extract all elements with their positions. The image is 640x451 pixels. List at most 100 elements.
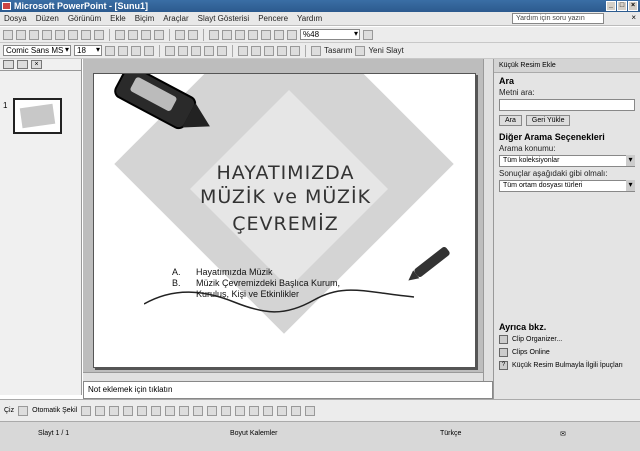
slide-title-line-1[interactable]: HAYATIMIZDA [94, 162, 475, 184]
design-icon[interactable] [311, 45, 321, 56]
minimize-button[interactable]: _ [606, 1, 616, 11]
expand-all-icon[interactable] [261, 29, 271, 40]
zoom-combo[interactable]: %48 [300, 29, 360, 40]
align-right-icon[interactable] [191, 45, 201, 56]
search-in-select[interactable]: Tüm koleksiyonlar [499, 155, 635, 167]
increase-font-icon[interactable] [238, 45, 248, 56]
print-icon[interactable] [68, 29, 78, 40]
insert-diagram-icon[interactable] [248, 29, 258, 40]
draw-menu[interactable]: Çiz [4, 407, 14, 414]
menu-slayt-gosterisi[interactable]: Slayt Gösterisi [198, 14, 250, 23]
print-preview-icon[interactable] [81, 29, 91, 40]
spelling-icon[interactable] [94, 29, 104, 40]
menu-araclar[interactable]: Araçlar [163, 14, 188, 23]
align-center-icon[interactable] [178, 45, 188, 56]
select-pointer-icon[interactable] [18, 405, 29, 416]
menu-duzen[interactable]: Düzen [36, 14, 59, 23]
document-close-icon[interactable]: × [631, 13, 636, 22]
slide-title-line-2[interactable]: MÜZİK ve MÜZİK [94, 186, 475, 208]
search-input[interactable] [499, 99, 635, 111]
bullets-icon[interactable] [217, 45, 227, 56]
line-style-icon[interactable] [249, 405, 260, 416]
copy-icon[interactable] [128, 29, 138, 40]
font-color-icon[interactable] [290, 45, 300, 56]
results-select[interactable]: Tüm ortam dosyası türleri [499, 180, 635, 192]
search-button[interactable]: Ara [499, 115, 522, 126]
clipart-icon[interactable] [179, 405, 190, 416]
new-slide-icon[interactable] [355, 45, 366, 56]
slide-canvas[interactable]: HAYATIMIZDA MÜZİK ve MÜZİK ÇEVREMİZ A. H… [93, 73, 476, 368]
font-size-combo[interactable]: 18 [74, 45, 102, 56]
shadow-style-icon[interactable] [291, 405, 302, 416]
slide-thumbnail[interactable] [13, 98, 62, 134]
insert-table-icon[interactable] [222, 29, 232, 40]
line-color-icon[interactable] [221, 405, 232, 416]
email-icon[interactable] [55, 29, 65, 40]
redo-icon[interactable] [188, 29, 198, 40]
permission-icon[interactable] [42, 29, 52, 40]
insert-chart-icon[interactable] [209, 29, 219, 40]
underline-icon[interactable] [131, 45, 141, 56]
design-button[interactable]: Tasarım [324, 46, 352, 55]
slide-title-line-3[interactable]: ÇEVREMİZ [94, 213, 475, 235]
textbox-icon[interactable] [137, 405, 148, 416]
undo-icon[interactable] [175, 29, 185, 40]
numbering-icon[interactable] [204, 45, 214, 56]
font-color-icon[interactable] [235, 405, 246, 416]
cut-icon[interactable] [115, 29, 125, 40]
tips-link[interactable]: ? Küçük Resim Bulmayla İlgili İpuçları [494, 359, 640, 372]
format-painter-icon[interactable] [154, 29, 164, 40]
task-pane-title[interactable]: Küçük Resim Ekle [499, 62, 556, 69]
decrease-indent-icon[interactable] [264, 45, 274, 56]
tab-outline-icon[interactable] [17, 60, 28, 69]
menu-ekle[interactable]: Ekle [110, 14, 126, 23]
diagram-icon[interactable] [165, 405, 176, 416]
decrease-font-icon[interactable] [251, 45, 261, 56]
spelling-status-icon[interactable]: ✉ [560, 430, 566, 438]
other-options-title: Diğer Arama Seçenekleri [499, 132, 605, 142]
open-icon[interactable] [16, 29, 26, 40]
save-icon[interactable] [29, 29, 39, 40]
new-slide-button[interactable]: Yeni Slayt [368, 46, 403, 55]
increase-indent-icon[interactable] [277, 45, 287, 56]
menu-gorunum[interactable]: Görünüm [68, 14, 101, 23]
autoshapes-menu[interactable]: Otomatik Şekil [32, 407, 77, 414]
horizontal-scrollbar[interactable] [83, 372, 483, 381]
maximize-button[interactable]: □ [617, 1, 627, 11]
fill-color-icon[interactable] [207, 405, 218, 416]
show-formatting-icon[interactable] [274, 29, 284, 40]
shadow-icon[interactable] [144, 45, 154, 56]
wordart-icon[interactable] [151, 405, 162, 416]
oval-icon[interactable] [123, 405, 134, 416]
rectangle-icon[interactable] [109, 405, 120, 416]
arrow-style-icon[interactable] [277, 405, 288, 416]
tables-borders-icon[interactable] [235, 29, 245, 40]
notes-pane[interactable]: Not eklemek için tıklatın [83, 381, 493, 399]
picture-icon[interactable] [193, 405, 204, 416]
line-icon[interactable] [81, 405, 92, 416]
arrow-icon[interactable] [95, 405, 106, 416]
3d-style-icon[interactable] [305, 405, 316, 416]
paste-icon[interactable] [141, 29, 151, 40]
small-crayon-clipart[interactable] [413, 245, 451, 279]
bold-icon[interactable] [105, 45, 115, 56]
help-search-input[interactable]: Yardım için soru yazın [512, 13, 604, 24]
close-button[interactable]: × [628, 1, 638, 11]
new-icon[interactable] [3, 29, 13, 40]
menu-yardim[interactable]: Yardım [297, 14, 322, 23]
menu-pencere[interactable]: Pencere [258, 14, 288, 23]
grayscale-icon[interactable] [287, 29, 297, 40]
italic-icon[interactable] [118, 45, 128, 56]
menu-dosya[interactable]: Dosya [4, 14, 27, 23]
clip-organizer-link[interactable]: Clip Organizer... [494, 333, 640, 346]
pane-close-icon[interactable]: × [31, 60, 42, 69]
menu-bicim[interactable]: Biçim [135, 14, 155, 23]
clips-online-link[interactable]: Clips Online [494, 346, 640, 359]
font-combo[interactable]: Comic Sans MS [3, 45, 71, 56]
restore-button[interactable]: Geri Yükle [525, 115, 571, 126]
dash-style-icon[interactable] [263, 405, 274, 416]
tab-slides-icon[interactable] [3, 60, 14, 69]
help-icon[interactable] [363, 29, 373, 40]
vertical-scrollbar[interactable] [483, 59, 493, 381]
align-left-icon[interactable] [165, 45, 175, 56]
